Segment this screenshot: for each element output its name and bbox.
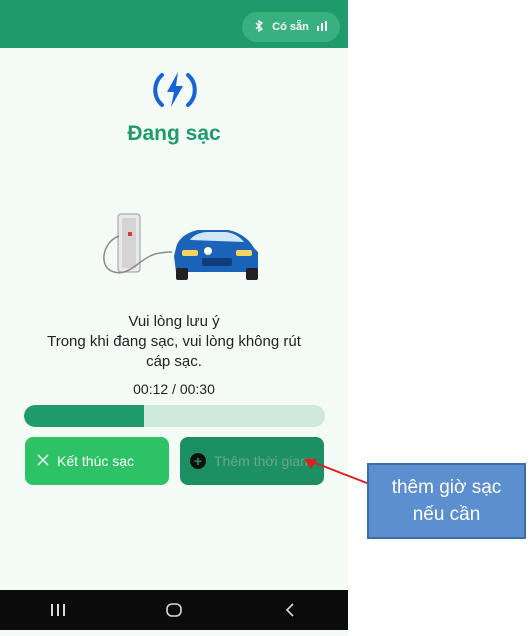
end-charging-button[interactable]: Kết thúc sạc bbox=[25, 437, 169, 485]
close-icon bbox=[37, 453, 49, 469]
home-button[interactable] bbox=[154, 595, 194, 625]
status-label: Có sẵn bbox=[272, 21, 309, 33]
signal-icon bbox=[316, 20, 327, 34]
back-button[interactable] bbox=[270, 595, 310, 625]
callout-line: thêm giờ sạc bbox=[391, 477, 502, 498]
phone-screen: Có sẵn Đang sạc Vui lòng lưu ý Trong khi… bbox=[0, 0, 348, 636]
ev-charging-illustration bbox=[98, 206, 264, 298]
callout-line: nếu cần bbox=[412, 504, 481, 525]
system-navigation-bar bbox=[0, 590, 348, 630]
end-charging-label: Kết thúc sạc bbox=[57, 453, 135, 469]
annotation-arrow bbox=[300, 455, 375, 495]
bluetooth-icon bbox=[255, 19, 264, 35]
add-circle-icon: + bbox=[190, 453, 206, 469]
annotation-callout: thêm giờ sạc nếu cần bbox=[367, 463, 526, 539]
add-time-label: Thêm thời gian bbox=[214, 453, 309, 469]
charging-notice: Vui lòng lưu ý Trong khi đang sạc, vui l… bbox=[0, 312, 348, 372]
notice-text-line: Trong khi đang sạc, vui lòng không rút bbox=[47, 333, 301, 350]
notice-heading: Vui lòng lưu ý bbox=[128, 313, 220, 330]
recent-apps-button[interactable] bbox=[38, 595, 78, 625]
page-title: Đang sạc bbox=[127, 122, 221, 145]
charging-progress-bar bbox=[24, 405, 325, 427]
connection-status-pill[interactable]: Có sẵn bbox=[242, 12, 340, 42]
notice-text-line: cáp sạc. bbox=[146, 353, 202, 370]
progress-fill bbox=[24, 405, 145, 427]
top-bar: Có sẵn bbox=[0, 0, 348, 48]
charging-timer: 00:12 / 00:30 bbox=[133, 381, 215, 397]
charging-bolt-icon bbox=[150, 67, 200, 112]
